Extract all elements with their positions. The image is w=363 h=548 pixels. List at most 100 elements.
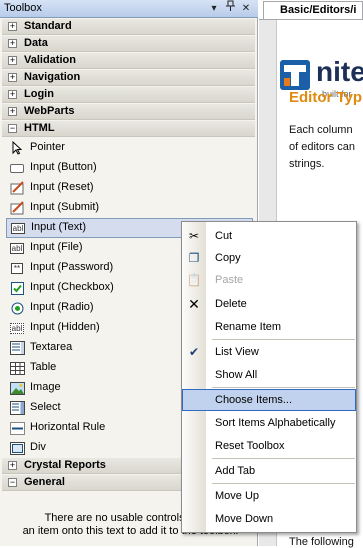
hr-graphic [9, 421, 25, 435]
menu-item-sort-alphabetically[interactable]: Sort Items Alphabetically [182, 412, 356, 434]
menu-item-label: Show All [215, 369, 258, 381]
expand-icon[interactable]: + [8, 22, 17, 31]
menu-item-label: Move Down [215, 513, 274, 525]
toolbox-title: Toolbox [4, 2, 42, 14]
document-text-line: strings. [289, 158, 325, 170]
toolbox-item-pointer[interactable]: Pointer [6, 138, 253, 158]
logo-icon [280, 60, 310, 90]
document-tab[interactable]: Basic/Editors/i [263, 1, 363, 19]
context-menu: ✂ Cut ❐ Copy 📋 Paste ✕ Delete Rename Ite… [181, 221, 357, 533]
expand-icon[interactable]: + [8, 461, 17, 470]
select-icon [9, 400, 25, 416]
document-text-line: of editors can [289, 141, 356, 153]
paste-icon: 📋 [186, 273, 202, 287]
item-label: Input (Hidden) [30, 321, 100, 333]
menu-item-list-view[interactable]: ✔ List View [182, 341, 356, 363]
delete-icon: ✕ [188, 296, 200, 312]
menu-item-move-up[interactable]: Move Up [182, 485, 356, 507]
select-graphic [9, 401, 25, 415]
input-submit-icon [9, 200, 25, 216]
pointer-icon [9, 140, 25, 156]
expand-icon[interactable]: + [8, 39, 17, 48]
expand-icon[interactable]: + [8, 107, 17, 116]
menu-item-label: Cut [215, 230, 233, 242]
category-label: Data [24, 37, 48, 49]
document-text-line: Each column [289, 124, 353, 136]
button-shape [10, 163, 24, 173]
logo-text: nite [316, 56, 363, 87]
category-label: Login [24, 88, 54, 100]
category-webparts[interactable]: + WebParts [2, 104, 255, 120]
category-html[interactable]: − HTML [2, 121, 255, 137]
item-label: Input (Submit) [30, 201, 100, 213]
toolbox-item-input-reset[interactable]: Input (Reset) [6, 178, 253, 198]
menu-item-label: Reset Toolbox [215, 440, 285, 452]
expand-icon[interactable]: + [8, 90, 17, 99]
category-label: Crystal Reports [24, 459, 106, 471]
checkbox-graphic [10, 281, 24, 295]
menu-separator [212, 387, 355, 388]
pin-icon[interactable] [224, 0, 236, 17]
item-label: Input (Checkbox) [30, 281, 114, 293]
category-label: Standard [24, 20, 72, 32]
image-graphic [9, 381, 25, 395]
menu-item-delete[interactable]: ✕ Delete [182, 293, 356, 315]
div-icon [9, 440, 25, 456]
item-label: Input (File) [30, 241, 83, 253]
item-label: Input (Password) [30, 261, 114, 273]
menu-item-add-tab[interactable]: Add Tab [182, 460, 356, 482]
input-password-icon: ** [9, 260, 25, 276]
input-button-icon [9, 160, 25, 176]
collapse-icon[interactable]: − [8, 124, 17, 133]
input-reset-icon [9, 180, 25, 196]
radio-icon [9, 300, 25, 316]
category-label: General [24, 476, 65, 488]
toolbox-item-input-submit[interactable]: Input (Submit) [6, 198, 253, 218]
category-label: HTML [24, 122, 55, 134]
icon-text: abl [9, 242, 25, 254]
item-label: Input (Button) [30, 161, 97, 173]
category-label: Navigation [24, 71, 81, 83]
category-data[interactable]: + Data [2, 36, 255, 52]
dropdown-icon[interactable]: ▾ [208, 0, 220, 17]
toolbox-item-input-button[interactable]: Input (Button) [6, 158, 253, 178]
checkbox-icon [9, 280, 25, 296]
textarea-icon [9, 340, 25, 356]
close-icon[interactable]: ✕ [240, 0, 252, 17]
submit-graphic [10, 201, 24, 215]
expand-icon[interactable]: + [8, 73, 17, 82]
expand-icon[interactable]: + [8, 56, 17, 65]
pin-icon-graphic [225, 0, 235, 11]
icon-text: abl [10, 222, 26, 234]
category-validation[interactable]: + Validation [2, 53, 255, 69]
menu-item-label: Add Tab [215, 465, 256, 477]
menu-item-move-down[interactable]: Move Down [182, 508, 356, 530]
icon-text: ** [10, 262, 24, 274]
item-label: Select [30, 401, 61, 413]
menu-item-rename[interactable]: Rename Item [182, 316, 356, 338]
input-text-icon: abl [10, 220, 26, 236]
menu-item-paste[interactable]: 📋 Paste [182, 269, 356, 291]
item-label: Image [30, 381, 61, 393]
item-label: Input (Radio) [30, 301, 94, 313]
menu-item-copy[interactable]: ❐ Copy [182, 247, 356, 269]
menu-item-choose-items[interactable]: Choose Items... [182, 389, 356, 411]
copy-icon: ❐ [188, 251, 200, 265]
category-login[interactable]: + Login [2, 87, 255, 103]
item-label: Textarea [30, 341, 73, 353]
item-label: Pointer [30, 141, 65, 153]
document-text-line: The following [289, 536, 354, 548]
horizontal-rule-icon [9, 420, 25, 436]
item-label: Horizontal Rule [30, 421, 106, 433]
menu-item-cut[interactable]: ✂ Cut [182, 225, 356, 247]
table-graphic [9, 361, 25, 375]
menu-item-reset-toolbox[interactable]: Reset Toolbox [182, 435, 356, 457]
item-label: Input (Reset) [30, 181, 94, 193]
menu-item-show-all[interactable]: Show All [182, 364, 356, 386]
menu-item-label: Choose Items... [215, 394, 293, 406]
input-hidden-icon: abl [9, 320, 25, 336]
category-standard[interactable]: + Standard [2, 19, 255, 35]
collapse-icon[interactable]: − [8, 478, 17, 487]
category-navigation[interactable]: + Navigation [2, 70, 255, 86]
category-label: WebParts [24, 105, 75, 117]
